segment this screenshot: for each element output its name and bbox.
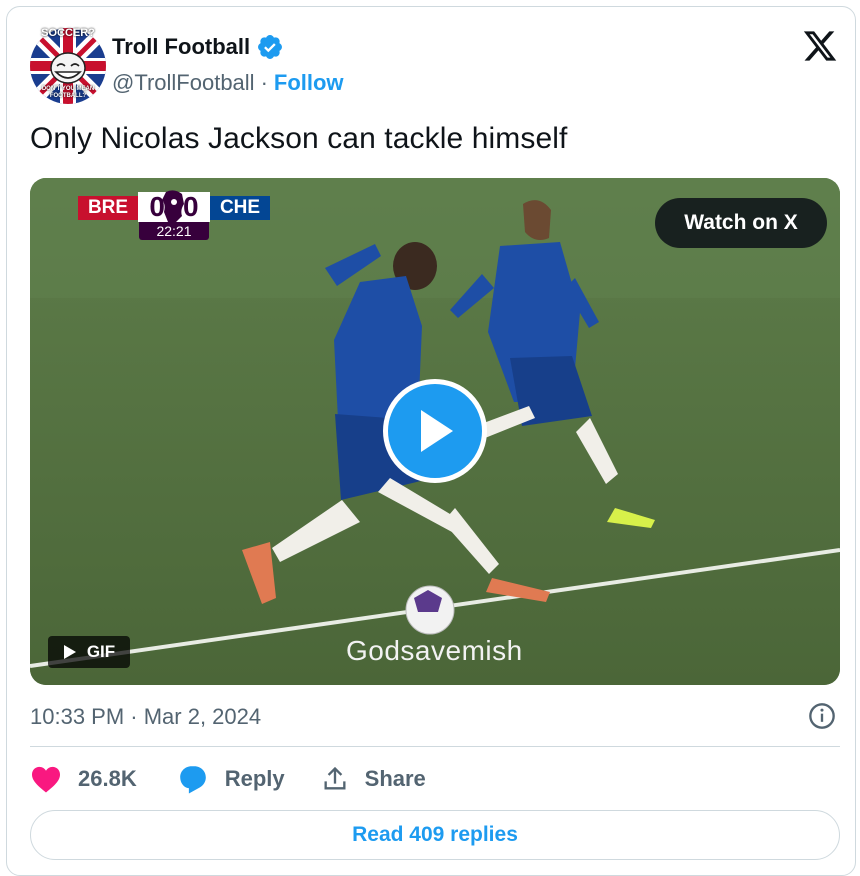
share-button[interactable]: Share (321, 765, 426, 793)
gif-badge[interactable]: GIF (48, 636, 130, 668)
share-icon (324, 766, 346, 790)
author-handle[interactable]: @TrollFootball (112, 70, 255, 96)
author-name[interactable]: Troll Football (112, 34, 250, 60)
match-clock: 22:21 (139, 222, 209, 240)
follow-button[interactable]: Follow (274, 70, 344, 96)
video-media[interactable]: BRE 00 CHE 22:21 Watch on X GIF Godsavem… (30, 178, 840, 685)
share-label: Share (364, 766, 426, 791)
author-handle-row: @TrollFootball · Follow (112, 70, 344, 96)
scoreboard-home-team: BRE (78, 196, 138, 220)
avatar-logo-bottom-text: DON'T YOU MEAN FOOTBALL? (41, 86, 95, 99)
separator-dot: · (260, 70, 268, 95)
reply-button[interactable]: Reply (177, 764, 285, 794)
x-logo-icon[interactable] (802, 28, 838, 64)
like-button[interactable]: 26.8K (30, 765, 137, 793)
author-name-row: Troll Football (112, 33, 284, 61)
gif-play-icon (63, 645, 76, 659)
action-bar: 26.8K Reply Share (30, 764, 426, 794)
like-count: 26.8K (78, 766, 137, 791)
play-icon (421, 410, 453, 452)
tweet-text: Only Nicolas Jackson can tackle himself (30, 122, 568, 155)
reply-icon (179, 766, 206, 794)
tweet-timestamp[interactable]: 10:33 PM · Mar 2, 2024 (30, 704, 261, 730)
watch-on-x-button[interactable]: Watch on X (655, 198, 827, 248)
reply-label: Reply (224, 766, 285, 791)
avatar-logo-top-text: SOCCER? (41, 27, 95, 39)
heart-icon (32, 766, 60, 793)
scoreboard-away-team: CHE (210, 196, 270, 220)
play-button[interactable] (383, 379, 487, 483)
league-lion-icon (162, 190, 184, 222)
verified-badge-icon (258, 35, 283, 59)
info-icon[interactable] (808, 702, 836, 730)
video-watermark: Godsavemish (346, 635, 523, 666)
divider (30, 746, 840, 747)
read-replies-button[interactable]: Read 409 replies (30, 810, 840, 860)
football (405, 585, 455, 635)
gif-label: GIF (86, 642, 116, 661)
